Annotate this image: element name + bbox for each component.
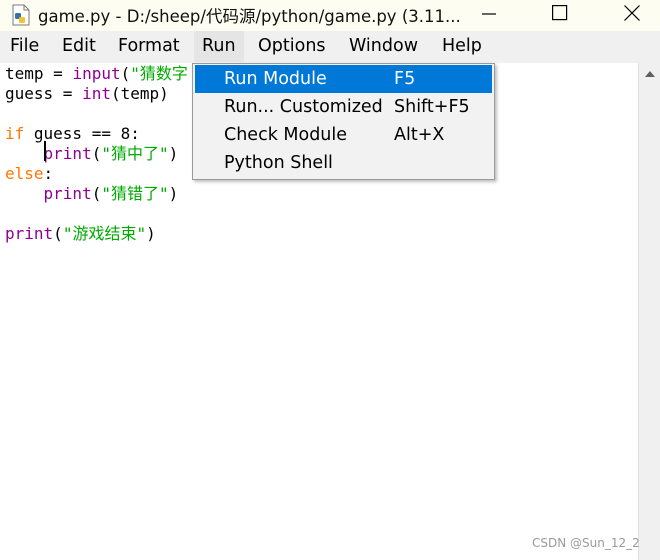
close-icon: [624, 5, 640, 21]
maximize-button[interactable]: [536, 0, 582, 31]
python-file-icon: [12, 4, 30, 26]
code-token: print: [43, 144, 92, 163]
code-line: if guess == 8:: [5, 124, 140, 144]
code-line: guess = int(temp): [5, 84, 169, 104]
code-token: ): [146, 224, 156, 243]
menu-item-label: Check Module: [224, 125, 348, 145]
code-token: (: [53, 224, 63, 243]
menu-item-shortcut: Shift+F5: [394, 97, 470, 117]
code-token: (: [91, 144, 102, 163]
menu-item-shortcut: F5: [394, 69, 416, 89]
code-token: input: [72, 64, 121, 83]
menu-edit[interactable]: Edit: [54, 31, 104, 62]
code-token: guess =: [5, 84, 83, 103]
menu-run[interactable]: Run: [194, 31, 244, 62]
code-token: :: [43, 164, 54, 183]
code-token: if: [5, 124, 25, 143]
code-token: ): [168, 144, 179, 163]
menu-help[interactable]: Help: [434, 31, 490, 62]
menu-item-label: Run... Customized: [224, 97, 383, 117]
menu-item-label: Run Module: [224, 69, 327, 89]
menu-item-label: Python Shell: [224, 153, 333, 173]
minimize-icon: [482, 13, 496, 15]
code-token: "猜中了": [101, 144, 169, 163]
code-token: (temp): [110, 84, 169, 103]
menu-item-shortcut: Alt+X: [394, 125, 445, 145]
code-token: (: [91, 184, 102, 203]
watermark: CSDN @Sun_12_2: [532, 536, 640, 550]
code-token: else: [5, 164, 44, 183]
menu-window[interactable]: Window: [341, 31, 426, 62]
run-menu-item-check-module[interactable]: Check Module Alt+X: [195, 121, 492, 149]
code-token: int: [82, 84, 111, 103]
code-token: "猜错了": [101, 184, 169, 203]
code-token: "游戏结束": [62, 224, 147, 243]
code-token: ): [168, 184, 179, 203]
code-line: else:: [5, 164, 53, 184]
code-token: temp =: [5, 64, 73, 83]
run-menu-item-python-shell[interactable]: Python Shell: [195, 149, 492, 177]
code-token: "猜数字: [130, 64, 188, 83]
window-title: game.py - D:/sheep/代码源/python/game.py (3…: [38, 7, 461, 26]
code-token: guess == 8:: [24, 124, 140, 143]
menu-options[interactable]: Options: [250, 31, 334, 62]
text-cursor: [44, 141, 46, 161]
code-token: (: [120, 64, 131, 83]
run-menu-dropdown: Run Module F5 Run... Customized Shift+F5…: [192, 63, 495, 180]
run-menu-item-run-module[interactable]: Run Module F5: [195, 65, 492, 93]
code-token: print: [43, 184, 92, 203]
maximize-icon: [552, 4, 568, 21]
title-bar: game.py - D:/sheep/代码源/python/game.py (3…: [0, 0, 660, 31]
code-line: print("猜错了"): [5, 184, 179, 204]
menu-format[interactable]: Format: [110, 31, 188, 62]
scroll-up-arrow-icon[interactable]: [645, 71, 655, 77]
code-line: print("游戏结束"): [5, 224, 156, 244]
code-line: print("猜中了"): [5, 144, 179, 164]
run-menu-item-run-customized[interactable]: Run... Customized Shift+F5: [195, 93, 492, 121]
menu-file[interactable]: File: [2, 31, 47, 62]
close-button[interactable]: [608, 0, 654, 31]
menu-bar: File Edit Format Run Options Window Help: [0, 31, 660, 63]
code-line: temp = input("猜数字: [5, 64, 188, 84]
code-token: print: [5, 224, 54, 243]
vertical-scrollbar[interactable]: [638, 63, 660, 560]
minimize-button[interactable]: [466, 0, 512, 31]
